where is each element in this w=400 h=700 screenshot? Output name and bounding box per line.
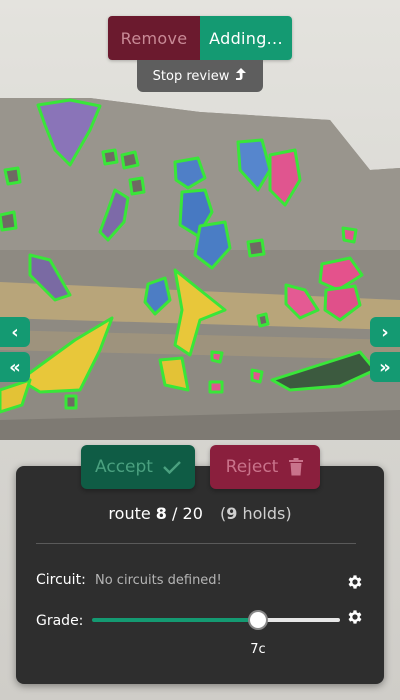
first-route-button[interactable]: « <box>0 352 30 382</box>
divider <box>36 543 356 544</box>
route-separator: / <box>172 504 178 523</box>
reject-label: Reject <box>225 457 279 477</box>
grade-slider[interactable] <box>92 610 340 630</box>
check-icon <box>163 460 181 474</box>
stop-review-button[interactable]: Stop review <box>137 60 263 92</box>
adding-mode-button[interactable]: Adding... <box>200 16 292 60</box>
previous-route-button[interactable]: ‹ <box>0 317 30 347</box>
grade-settings-gear-icon[interactable] <box>346 608 364 626</box>
grade-label: Grade: <box>36 613 84 629</box>
circuit-value: No circuits defined! <box>95 573 222 588</box>
double-chevron-right-icon: » <box>379 356 391 378</box>
mode-toggle: Remove Adding... <box>108 16 292 60</box>
stop-review-label: Stop review <box>152 68 230 84</box>
remove-mode-button[interactable]: Remove <box>108 16 200 60</box>
slider-track-empty <box>258 618 340 622</box>
slider-thumb[interactable] <box>248 610 268 630</box>
route-details-panel: route 8 / 20 (9 holds) Circuit: No circu… <box>16 466 384 684</box>
accept-label: Accept <box>95 457 153 477</box>
route-current: 8 <box>155 504 167 523</box>
circuit-label: Circuit: <box>36 572 86 588</box>
last-route-button[interactable]: » <box>370 352 400 382</box>
trash-icon <box>288 458 304 476</box>
circuit-settings-gear-icon[interactable] <box>346 573 364 591</box>
chevron-left-icon: ‹ <box>11 321 19 343</box>
slider-track-filled <box>92 618 258 622</box>
arrow-up-icon <box>235 67 247 85</box>
holds-suffix: holds <box>242 504 286 523</box>
route-total: 20 <box>182 504 203 523</box>
holds-number: 9 <box>226 504 238 523</box>
holds-count: (9 holds) <box>219 504 292 523</box>
grade-value: 7c <box>250 642 266 657</box>
route-counter: route 8 / 20 (9 holds) <box>16 504 384 523</box>
reject-button[interactable]: Reject <box>210 445 320 489</box>
route-prefix: route <box>108 504 151 523</box>
chevron-right-icon: › <box>381 321 389 343</box>
double-chevron-left-icon: « <box>9 356 21 378</box>
next-route-button[interactable]: › <box>370 317 400 347</box>
accept-button[interactable]: Accept <box>81 445 195 489</box>
